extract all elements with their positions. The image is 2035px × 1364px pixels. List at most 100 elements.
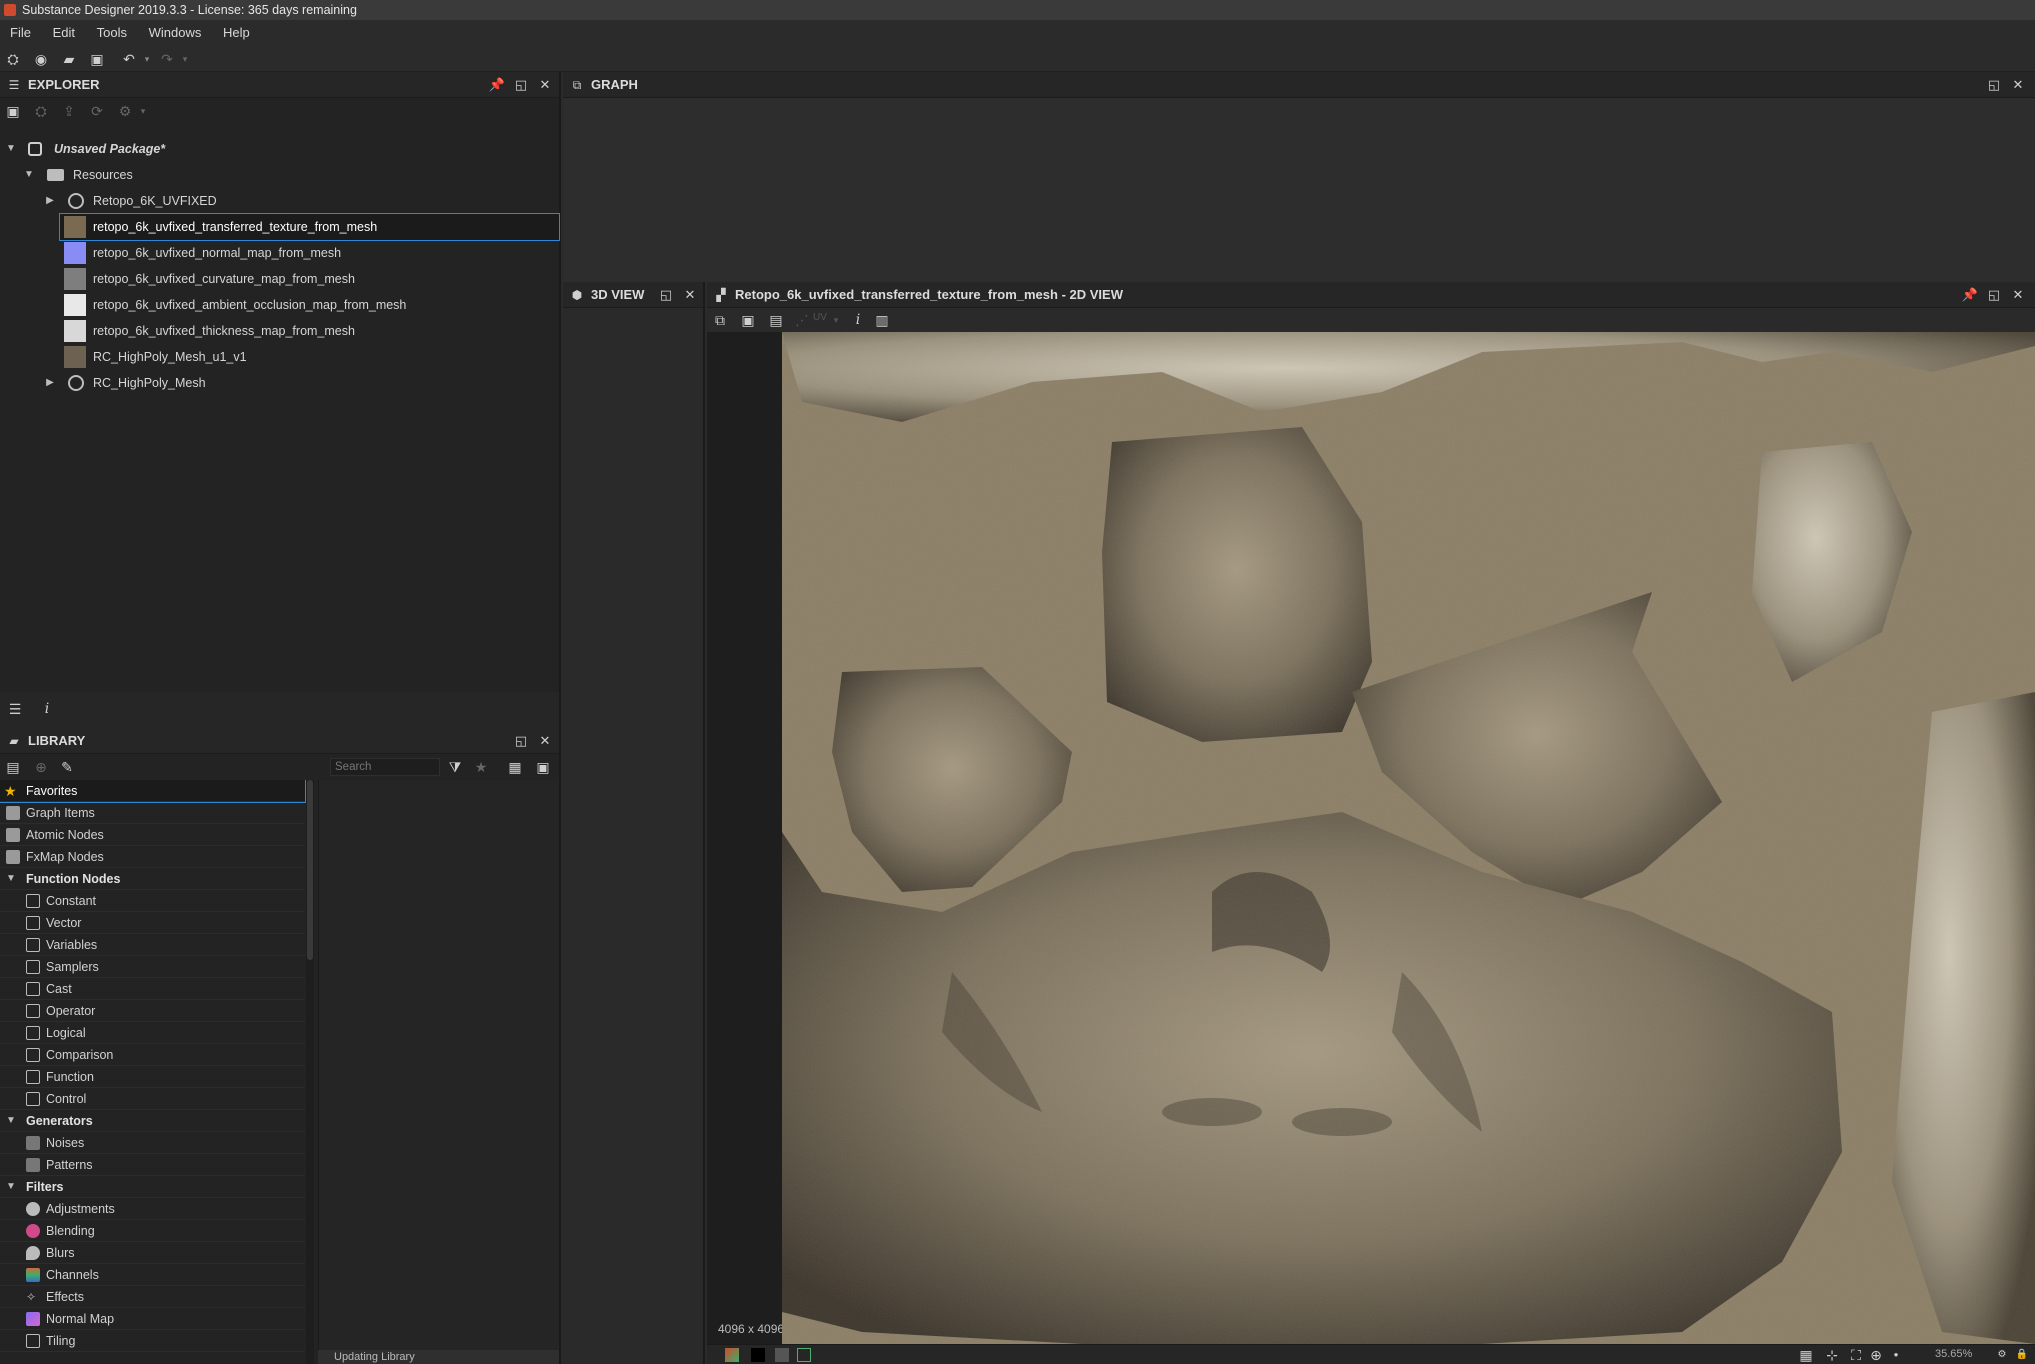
float-icon[interactable]: ◱ — [512, 732, 530, 750]
export-icon[interactable]: ⇪ — [60, 102, 78, 120]
menu-tools[interactable]: Tools — [87, 20, 135, 46]
checker-bg-icon[interactable] — [775, 1348, 789, 1362]
library-item[interactable]: Blending — [0, 1220, 305, 1242]
resource-item-selected[interactable]: retopo_6k_uvfixed_transferred_texture_fr… — [59, 213, 560, 241]
save-icon[interactable]: ▣ — [88, 50, 106, 68]
library-item-graph-items[interactable]: Graph Items — [0, 802, 305, 824]
library-item[interactable]: Cast — [0, 978, 305, 1000]
center-icon[interactable]: ⊕ — [1867, 1346, 1885, 1364]
library-item[interactable]: Adjustments — [0, 1198, 305, 1220]
resource-item[interactable]: retopo_6k_uvfixed_curvature_map_from_mes… — [60, 266, 559, 292]
library-item[interactable]: Variables — [0, 934, 305, 956]
menu-edit[interactable]: Edit — [43, 20, 83, 46]
zoom-level[interactable]: 35.65% — [1935, 1348, 1972, 1360]
settings-icon[interactable]: ⚙ — [1993, 1346, 2011, 1364]
library-item[interactable]: Channels — [0, 1264, 305, 1286]
histogram-icon[interactable]: ▥ — [873, 311, 891, 329]
library-search-input[interactable] — [330, 758, 440, 776]
library-category-function-nodes[interactable]: ▼ Function Nodes — [0, 868, 305, 890]
new-folder-icon[interactable]: ▤ — [4, 758, 22, 776]
texture-preview-image[interactable] — [782, 332, 2035, 1344]
pixel-grid-icon[interactable]: ⊹ — [1823, 1346, 1841, 1364]
resource-item[interactable]: ▶ RC_HighPoly_Mesh — [0, 370, 561, 396]
close-icon[interactable]: ✕ — [2009, 286, 2027, 304]
lock-icon[interactable]: 🔒 — [2013, 1346, 2031, 1364]
float-icon[interactable]: ◱ — [1985, 76, 2003, 94]
reload-icon[interactable]: ⟳ — [88, 102, 106, 120]
library-item[interactable]: Constant — [0, 890, 305, 912]
collapse-arrow-icon[interactable]: ▼ — [4, 136, 18, 162]
undo-icon[interactable]: ↶ — [120, 50, 138, 68]
grid-toggle-icon[interactable]: ▦ — [1797, 1346, 1815, 1364]
resource-item[interactable]: RC_HighPoly_Mesh_u1_v1 — [60, 344, 559, 370]
float-icon[interactable]: ◱ — [512, 76, 530, 94]
uv-dropdown-icon[interactable]: ▾ — [827, 311, 845, 329]
library-scrollbar[interactable] — [306, 780, 314, 1364]
library-item[interactable]: Control — [0, 1088, 305, 1110]
new-package-icon[interactable]: ⛭ — [4, 50, 22, 68]
pin-icon[interactable]: 📌 — [1961, 286, 1979, 304]
library-item[interactable]: Tiling — [0, 1330, 305, 1352]
library-category-generators[interactable]: ▼ Generators — [0, 1110, 305, 1132]
black-bg-icon[interactable] — [751, 1348, 765, 1362]
package-row[interactable]: ▼ Unsaved Package* — [0, 136, 561, 162]
menu-file[interactable]: File — [0, 20, 39, 46]
library-item[interactable]: ✧ Effects — [0, 1286, 305, 1308]
graph-canvas[interactable] — [563, 98, 2035, 282]
library-item[interactable]: Patterns — [0, 1154, 305, 1176]
float-icon[interactable]: ◱ — [657, 286, 675, 304]
library-item-favorites[interactable]: ★ Favorites — [0, 780, 306, 803]
uv-label[interactable]: UV — [813, 312, 827, 323]
library-item[interactable]: Comparison — [0, 1044, 305, 1066]
scrollbar-thumb[interactable] — [307, 780, 313, 960]
fit-icon[interactable]: ⛶ — [1847, 1346, 1865, 1364]
library-item[interactable]: Noises — [0, 1132, 305, 1154]
resource-item[interactable]: ▶ Retopo_6K_UVFIXED — [0, 188, 561, 214]
publish-icon[interactable]: ⛭ — [32, 102, 50, 120]
library-item[interactable]: Blurs — [0, 1242, 305, 1264]
redo-icon[interactable]: ↷ — [158, 50, 176, 68]
uv-toggle-icon[interactable]: ⋰ — [793, 311, 811, 329]
close-icon[interactable]: ✕ — [681, 286, 699, 304]
grid-view-icon[interactable]: ▦ — [506, 758, 524, 776]
library-item[interactable]: Logical — [0, 1022, 305, 1044]
pin-icon[interactable]: 📌 — [488, 76, 506, 94]
library-item[interactable]: Samplers — [0, 956, 305, 978]
redo-dropdown-icon[interactable]: ▾ — [176, 50, 194, 68]
undo-dropdown-icon[interactable]: ▾ — [138, 50, 156, 68]
save-package-icon[interactable]: ▣ — [4, 102, 22, 120]
resources-row[interactable]: ▼ Resources — [0, 162, 561, 188]
menu-windows[interactable]: Windows — [139, 20, 210, 46]
collapse-arrow-icon[interactable]: ▼ — [6, 868, 16, 890]
expand-arrow-icon[interactable]: ▶ — [43, 188, 57, 214]
resource-item[interactable]: retopo_6k_uvfixed_thickness_map_from_mes… — [60, 318, 559, 344]
close-icon[interactable]: ✕ — [536, 76, 554, 94]
dot-icon[interactable]: ● — [1887, 1346, 1905, 1364]
list-view-icon[interactable]: ▣ — [534, 758, 552, 776]
library-category-filters[interactable]: ▼ Filters — [0, 1176, 305, 1198]
library-item[interactable]: Normal Map — [0, 1308, 305, 1330]
add-icon[interactable]: ⊕ — [32, 758, 50, 776]
close-icon[interactable]: ✕ — [536, 732, 554, 750]
collapse-arrow-icon[interactable]: ▼ — [6, 1110, 16, 1132]
settings-icon[interactable]: ⚙ — [116, 102, 134, 120]
library-item-atomic-nodes[interactable]: Atomic Nodes — [0, 824, 305, 846]
open-folder-icon[interactable]: ▰ — [60, 50, 78, 68]
info-tab-icon[interactable]: i — [38, 700, 56, 718]
library-item[interactable]: Vector — [0, 912, 305, 934]
info-icon[interactable]: i — [849, 311, 867, 329]
expand-arrow-icon[interactable]: ▶ — [43, 370, 57, 396]
library-item[interactable]: Operator — [0, 1000, 305, 1022]
collapse-arrow-icon[interactable]: ▼ — [6, 1176, 16, 1198]
library-item[interactable]: Function — [0, 1066, 305, 1088]
close-icon[interactable]: ✕ — [2009, 76, 2027, 94]
save-image-icon[interactable]: ▣ — [739, 311, 757, 329]
export-image-icon[interactable]: ▤ — [767, 311, 785, 329]
edit-pencil-icon[interactable]: ✎ — [58, 758, 76, 776]
favorite-filter-icon[interactable]: ★ — [472, 758, 490, 776]
float-icon[interactable]: ◱ — [1985, 286, 2003, 304]
filter-icon[interactable]: ⧩ — [446, 758, 464, 776]
resource-item[interactable]: retopo_6k_uvfixed_ambient_occlusion_map_… — [60, 292, 559, 318]
library-item-fxmap-nodes[interactable]: FxMap Nodes — [0, 846, 305, 868]
channels-toggle-icon[interactable] — [725, 1348, 739, 1362]
